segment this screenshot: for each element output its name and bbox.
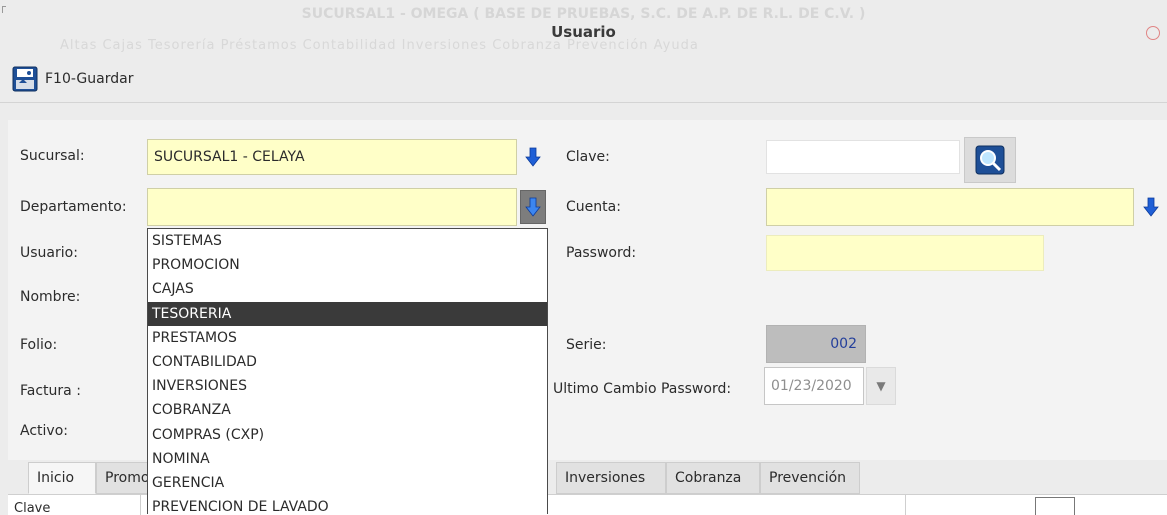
cuenta-label: Cuenta:: [566, 199, 621, 215]
tab-inicio[interactable]: Inicio: [28, 462, 96, 494]
column-divider: [140, 495, 141, 515]
factura-label: Factura :: [20, 383, 81, 399]
close-button[interactable]: [1146, 26, 1160, 40]
toolbar-divider: [0, 102, 1167, 103]
departamento-label: Departamento:: [20, 199, 127, 215]
clave-label: Clave:: [566, 149, 610, 165]
password-label: Password:: [566, 245, 637, 261]
sucursal-dropdown-button[interactable]: [520, 142, 546, 172]
folio-label: Folio:: [20, 337, 58, 353]
sucursal-label: Sucursal:: [20, 148, 85, 164]
table-cell-box[interactable]: [1035, 497, 1075, 515]
dropdown-option[interactable]: PRESTAMOS: [148, 326, 547, 350]
serie-field: 002: [766, 325, 866, 363]
dropdown-option[interactable]: COMPRAS (CXP): [148, 423, 547, 447]
background-window-title: SUCURSAL1 - OMEGA ( BASE DE PRUEBAS, S.C…: [301, 6, 866, 22]
search-button[interactable]: [964, 137, 1016, 183]
cuenta-select[interactable]: [766, 188, 1134, 226]
magnifier-icon: [975, 145, 1005, 175]
arrow-down-icon: [1143, 197, 1159, 217]
clave-input[interactable]: [766, 140, 960, 174]
ultimo-cambio-date-field: 01/23/2020: [764, 367, 864, 405]
activo-label: Activo:: [20, 423, 68, 439]
departamento-dropdown-button[interactable]: [520, 190, 546, 224]
nombre-label: Nombre:: [20, 289, 81, 305]
departamento-select[interactable]: [147, 188, 517, 226]
window-title: Usuario: [551, 23, 616, 41]
dropdown-option[interactable]: INVERSIONES: [148, 374, 547, 398]
departamento-dropdown-list: SISTEMAS PROMOCION CAJAS TESORERIA PREST…: [147, 228, 548, 514]
dropdown-option[interactable]: GERENCIA: [148, 471, 547, 495]
tab-prevencion[interactable]: Prevención: [760, 462, 860, 494]
save-button-label: F10-Guardar: [45, 71, 134, 87]
cuenta-dropdown-button[interactable]: [1138, 192, 1164, 222]
date-picker-button[interactable]: ▼: [866, 367, 896, 405]
dropdown-option[interactable]: CONTABILIDAD: [148, 350, 547, 374]
arrow-down-icon: [525, 197, 541, 217]
ultimo-cambio-password-label: Ultimo Cambio Password:: [553, 381, 732, 397]
save-disk-icon: [12, 66, 38, 92]
triangle-down-icon: ▼: [876, 379, 886, 393]
dropdown-option[interactable]: SISTEMAS: [148, 229, 547, 253]
table-header-clave: Clave: [14, 501, 51, 515]
usuario-label: Usuario:: [20, 245, 78, 261]
dropdown-option[interactable]: PROMOCION: [148, 253, 547, 277]
password-input[interactable]: [766, 235, 1044, 271]
toolbar: F10-Guardar: [0, 62, 1167, 100]
arrow-down-icon: [525, 147, 541, 167]
serie-value: 002: [830, 336, 857, 352]
tab-inversiones[interactable]: Inversiones: [556, 462, 666, 494]
dropdown-option[interactable]: NOMINA: [148, 447, 547, 471]
ultimo-cambio-date-value: 01/23/2020: [771, 378, 852, 394]
dropdown-option[interactable]: PREVENCION DE LAVADO: [148, 495, 547, 514]
sucursal-value: SUCURSAL1 - CELAYA: [154, 149, 305, 165]
dropdown-option[interactable]: CAJAS: [148, 277, 547, 301]
sucursal-select[interactable]: SUCURSAL1 - CELAYA: [147, 139, 517, 175]
dropdown-option-highlighted[interactable]: TESORERIA: [148, 301, 547, 326]
dropdown-option[interactable]: COBRANZA: [148, 398, 547, 422]
title-bar: SUCURSAL1 - OMEGA ( BASE DE PRUEBAS, S.C…: [0, 0, 1167, 62]
serie-label: Serie:: [566, 337, 607, 353]
tab-cobranza[interactable]: Cobranza: [666, 462, 760, 494]
column-divider: [905, 495, 906, 515]
save-button[interactable]: F10-Guardar: [12, 64, 133, 94]
